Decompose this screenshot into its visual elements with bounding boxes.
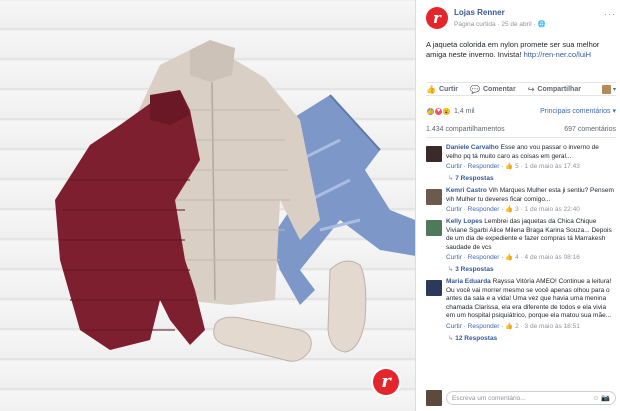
comment-actions[interactable]: Curtir · Responder ·: [446, 254, 505, 261]
comments-list: Daniele Carvalho Esse ano vou passar o i…: [426, 144, 616, 347]
reaction-count: 1,4 mil: [454, 107, 475, 115]
share-label: Compartilhar: [537, 86, 581, 93]
replies-label: 7 Respostas: [455, 175, 494, 182]
replies-link[interactable]: ↳ 12 Respostas: [446, 334, 616, 342]
replies-label: 3 Respostas: [455, 266, 494, 273]
comment-meta: Curtir · Responder · 👍 5 · 1 de maio às …: [446, 162, 616, 170]
post-photo[interactable]: r: [0, 0, 415, 411]
post-text: A jaqueta colorida em nylon promete ser …: [426, 40, 611, 60]
clothing-illustration: [55, 40, 415, 362]
page-avatar[interactable]: r: [426, 7, 448, 29]
like-label: Curtir: [438, 86, 459, 93]
comment-button[interactable]: 💬 Comentar: [470, 85, 516, 94]
user-avatar: [601, 85, 611, 94]
commenter-avatar[interactable]: [426, 146, 442, 162]
comments-count[interactable]: 697 comentários: [564, 126, 616, 137]
comment-input[interactable]: Escreva um comentário... ☺ 📷: [446, 391, 616, 405]
comment-text: Kemri Castro Vih Marques Mulher esta ji …: [446, 187, 616, 204]
emoji-camera-icons[interactable]: ☺ 📷: [592, 394, 610, 402]
more-options-icon[interactable]: ···: [604, 9, 616, 19]
commenter-name[interactable]: Daniele Carvalho: [446, 144, 499, 151]
commenter-avatar[interactable]: [426, 220, 442, 236]
post-side-panel: r Lojas Renner Página curtida · 25 de ab…: [415, 0, 620, 411]
commenter-name[interactable]: Kemri Castro: [446, 187, 487, 194]
replies-label: 12 Respostas: [455, 334, 498, 342]
comment-meta: Curtir · Responder · 👍 3 · 1 de maio às …: [446, 205, 616, 213]
commenter-avatar[interactable]: [426, 280, 442, 296]
comment-placeholder: Escreva um comentário...: [452, 394, 526, 402]
commenter-name[interactable]: Kelly Lopes: [446, 218, 482, 225]
replies-link[interactable]: ↳ 3 Respostas: [446, 265, 616, 273]
comment-meta: Curtir · Responder · 👍 4 · 4 de maio às …: [446, 253, 616, 261]
chevron-down-icon: ▾: [612, 87, 616, 93]
commenter-avatar[interactable]: [426, 189, 442, 205]
comment-time: 👍 4 · 4 de maio às 08:16: [505, 254, 580, 261]
comment-label: Comentar: [483, 86, 516, 93]
comment-actions[interactable]: Curtir · Responder ·: [446, 163, 505, 170]
post-header: r Lojas Renner Página curtida · 25 de ab…: [426, 5, 616, 31]
comment-text: Kelly Lopes Lembrei das jaquetas da Chic…: [446, 218, 616, 252]
shares-count[interactable]: 1.434 compartilhamentos: [426, 126, 505, 137]
comment-time: 👍 3 · 1 de maio às 22:40: [505, 206, 580, 213]
post-meta: Página curtida · 25 de abril · 🌐: [454, 21, 546, 28]
comment-actions[interactable]: Curtir · Responder ·: [446, 206, 505, 213]
reactions-row[interactable]: 👍 ♥ 😮 1,4 mil Principais comentários ▾: [426, 106, 616, 116]
current-user-avatar: [426, 390, 442, 406]
comment-actions[interactable]: Curtir · Responder ·: [446, 323, 505, 330]
comment-text: Maria Eduarda Rayssa Vitória AMEO! Conti…: [446, 278, 616, 321]
action-bar: 👍 Curtir 💬 Comentar ↪ Compartilhar ▾: [426, 82, 616, 96]
comment-text: Daniele Carvalho Esse ano vou passar o i…: [446, 144, 616, 161]
sort-comments-dropdown[interactable]: Principais comentários ▾: [540, 107, 616, 115]
comment-item: Kemri Castro Vih Marques Mulher esta ji …: [426, 187, 616, 213]
thumbs-up-icon: 👍: [426, 85, 436, 94]
wow-reaction-icon: 😮: [442, 106, 451, 116]
replies-link[interactable]: ↳ 7 Respostas: [446, 174, 616, 182]
comment-time: 👍 2 · 3 de maio às 18:51: [505, 322, 580, 330]
comment-item: Kelly Lopes Lembrei das jaquetas da Chic…: [426, 218, 616, 273]
comment-meta: Curtir · Responder · 👍 2 · 3 de maio às …: [446, 322, 616, 330]
comment-item: Daniele Carvalho Esse ano vou passar o i…: [426, 144, 616, 182]
profile-selector[interactable]: ▾: [601, 85, 616, 94]
comment-item: Maria Eduarda Rayssa Vitória AMEO! Conti…: [426, 278, 616, 342]
share-button[interactable]: ↪ Compartilhar: [528, 85, 581, 94]
post-link[interactable]: http://ren-ner.co/luiH: [524, 50, 592, 59]
commenter-name[interactable]: Maria Eduarda: [446, 278, 491, 285]
page-name-link[interactable]: Lojas Renner: [454, 8, 505, 17]
share-icon: ↪: [527, 85, 535, 94]
comment-icon: 💬: [470, 85, 480, 94]
like-button[interactable]: 👍 Curtir: [426, 85, 458, 94]
renner-logo: r: [371, 367, 401, 397]
comment-time: 👍 5 · 1 de maio às 17:43: [505, 163, 580, 170]
comment-composer: Escreva um comentário... ☺ 📷: [426, 389, 616, 407]
engagement-counts: 1.434 compartilhamentos 697 comentários: [426, 126, 616, 138]
